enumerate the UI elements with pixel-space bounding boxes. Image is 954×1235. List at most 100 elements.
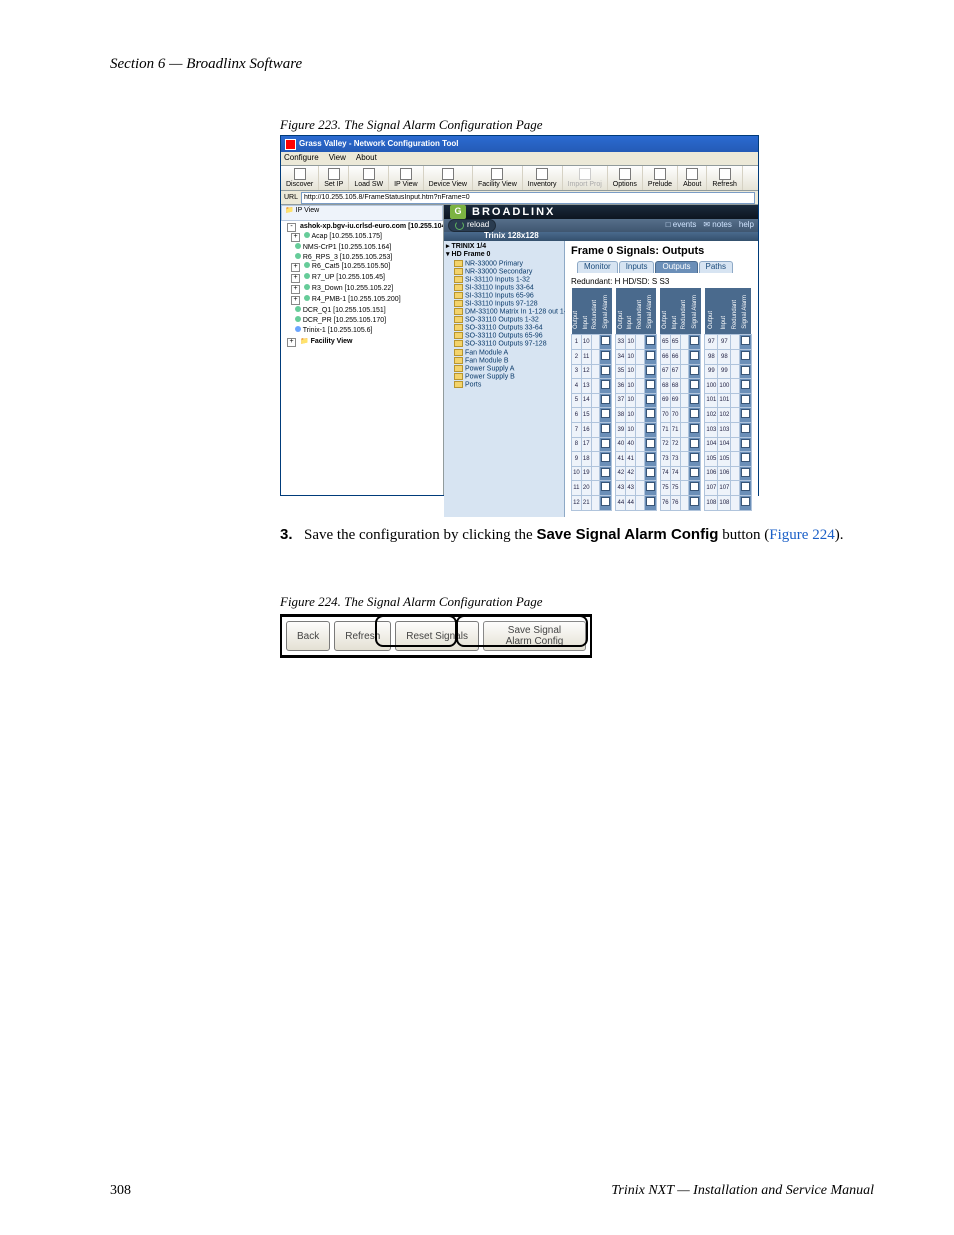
signal-alarm-checkbox[interactable]	[739, 437, 751, 452]
signal-alarm-checkbox[interactable]	[644, 452, 656, 467]
figure-224-ref[interactable]: Figure 224	[769, 527, 834, 543]
nav-item[interactable]: Fan Module A	[454, 349, 562, 357]
signal-alarm-checkbox[interactable]	[600, 379, 612, 394]
signal-alarm-checkbox[interactable]	[644, 335, 656, 350]
toolbar-ip-view[interactable]: IP View	[389, 166, 423, 190]
tree-item[interactable]: + R4_PMB-1 [10.255.105.200]	[291, 295, 441, 306]
nav-item[interactable]: Fan Module B	[454, 357, 562, 365]
nav-item[interactable]: Power Supply A	[454, 365, 562, 373]
nav-item[interactable]: SO-33110 Outputs 65-96	[454, 332, 562, 340]
link-help[interactable]: help	[739, 221, 754, 230]
signal-alarm-checkbox[interactable]	[644, 350, 656, 365]
signal-alarm-checkbox[interactable]	[600, 393, 612, 408]
tree-item[interactable]: R6_RPS_3 [10.255.105.253]	[291, 253, 441, 263]
toolbar-discover[interactable]: Discover	[281, 166, 319, 190]
toolbar-set-ip[interactable]: Set IP	[319, 166, 349, 190]
signal-alarm-checkbox[interactable]	[689, 437, 701, 452]
nav-item[interactable]: NR-33000 Primary	[454, 260, 562, 268]
signal-alarm-checkbox[interactable]	[644, 423, 656, 438]
tree-item[interactable]: Trinix-1 [10.255.105.6]	[291, 326, 441, 336]
signal-alarm-checkbox[interactable]	[739, 481, 751, 496]
nav-item[interactable]: SI-33110 Inputs 97-128	[454, 300, 562, 308]
signal-alarm-checkbox[interactable]	[644, 379, 656, 394]
toolbar-facility-view[interactable]: Facility View	[473, 166, 523, 190]
tab-outputs[interactable]: Outputs	[655, 261, 697, 273]
tree-item[interactable]: + Acap [10.255.105.175]	[291, 232, 441, 243]
tab-paths[interactable]: Paths	[699, 261, 733, 273]
nav-item[interactable]: NR-33000 Secondary	[454, 268, 562, 276]
signal-alarm-checkbox[interactable]	[644, 364, 656, 379]
signal-alarm-checkbox[interactable]	[689, 393, 701, 408]
nav-trinix-header[interactable]: ▸ TRINIX 1/4	[446, 243, 562, 251]
toolbar-about[interactable]: About	[678, 166, 707, 190]
link-notes[interactable]: ✉ notes	[703, 221, 732, 230]
signal-alarm-checkbox[interactable]	[600, 408, 612, 423]
signal-alarm-checkbox[interactable]	[600, 335, 612, 350]
toolbar-device-view[interactable]: Device View	[424, 166, 473, 190]
toolbar-inventory[interactable]: Inventory	[523, 166, 563, 190]
nav-item[interactable]: SI-33110 Inputs 33-64	[454, 284, 562, 292]
nav-frame-header[interactable]: ▾ HD Frame 0	[446, 251, 562, 259]
nav-item[interactable]: Power Supply B	[454, 373, 562, 381]
nav-item[interactable]: SO-33110 Outputs 33-64	[454, 324, 562, 332]
nav-item[interactable]: SO-33110 Outputs 1-32	[454, 316, 562, 324]
signal-alarm-checkbox[interactable]	[600, 496, 612, 511]
signal-alarm-checkbox[interactable]	[739, 496, 751, 511]
tree-root[interactable]: - ashok-xp.bgv-iu.crlsd-euro.com [10.255…	[287, 223, 441, 336]
menu-about[interactable]: About	[356, 154, 377, 163]
signal-alarm-checkbox[interactable]	[600, 481, 612, 496]
url-input[interactable]	[301, 192, 755, 204]
tree-item[interactable]: + R7_UP [10.255.105.45]	[291, 273, 441, 284]
signal-alarm-checkbox[interactable]	[689, 364, 701, 379]
signal-alarm-checkbox[interactable]	[689, 379, 701, 394]
tree-item[interactable]: DCR_Q1 [10.255.105.151]	[291, 306, 441, 316]
toolbar-load-sw[interactable]: Load SW	[349, 166, 389, 190]
signal-alarm-checkbox[interactable]	[644, 393, 656, 408]
signal-alarm-checkbox[interactable]	[689, 496, 701, 511]
toolbar-import-proj[interactable]: Import Proj	[563, 166, 608, 190]
nav-item[interactable]: SI-33110 Inputs 65-96	[454, 292, 562, 300]
toolbar-prelude[interactable]: Prelude	[643, 166, 678, 190]
signal-alarm-checkbox[interactable]	[644, 496, 656, 511]
signal-alarm-checkbox[interactable]	[644, 437, 656, 452]
reset-signals-button[interactable]: Reset Signals	[395, 621, 479, 651]
nav-item[interactable]: Ports	[454, 381, 562, 389]
save-signal-alarm-config-button[interactable]: Save Signal Alarm Config	[483, 621, 586, 651]
tree-item[interactable]: + R6_Cat5 [10.255.105.50]	[291, 262, 441, 273]
signal-alarm-checkbox[interactable]	[689, 335, 701, 350]
signal-alarm-checkbox[interactable]	[739, 452, 751, 467]
signal-alarm-checkbox[interactable]	[689, 350, 701, 365]
signal-alarm-checkbox[interactable]	[739, 408, 751, 423]
signal-alarm-checkbox[interactable]	[739, 364, 751, 379]
back-button[interactable]: Back	[286, 621, 330, 651]
tab-monitor[interactable]: Monitor	[577, 261, 618, 273]
signal-alarm-checkbox[interactable]	[600, 466, 612, 481]
nav-item[interactable]: DM-33100 Matrix In 1-128 out 1-128	[454, 308, 562, 316]
menu-view[interactable]: View	[329, 154, 346, 163]
signal-alarm-checkbox[interactable]	[739, 423, 751, 438]
signal-alarm-checkbox[interactable]	[739, 335, 751, 350]
nav-item[interactable]: SO-33110 Outputs 97-128	[454, 340, 562, 348]
refresh-button[interactable]: Refresh	[334, 621, 391, 651]
tree-item[interactable]: + R3_Down [10.255.105.22]	[291, 284, 441, 295]
tab-inputs[interactable]: Inputs	[619, 261, 655, 273]
signal-alarm-checkbox[interactable]	[689, 423, 701, 438]
toolbar-refresh[interactable]: Refresh	[707, 166, 743, 190]
signal-alarm-checkbox[interactable]	[644, 466, 656, 481]
signal-alarm-checkbox[interactable]	[739, 379, 751, 394]
menu-configure[interactable]: Configure	[284, 154, 319, 163]
signal-alarm-checkbox[interactable]	[739, 350, 751, 365]
signal-alarm-checkbox[interactable]	[600, 437, 612, 452]
signal-alarm-checkbox[interactable]	[689, 452, 701, 467]
signal-alarm-checkbox[interactable]	[600, 364, 612, 379]
tree-item[interactable]: NMS-CrP1 [10.255.105.164]	[291, 243, 441, 253]
signal-alarm-checkbox[interactable]	[739, 393, 751, 408]
tree-item[interactable]: DCR_PR [10.255.105.170]	[291, 316, 441, 326]
facility-view-node[interactable]: + 📁 Facility View	[287, 338, 441, 348]
toolbar-options[interactable]: Options	[608, 166, 643, 190]
signal-alarm-checkbox[interactable]	[600, 423, 612, 438]
signal-alarm-checkbox[interactable]	[689, 408, 701, 423]
signal-alarm-checkbox[interactable]	[739, 466, 751, 481]
signal-alarm-checkbox[interactable]	[689, 481, 701, 496]
link-events[interactable]: □ events	[666, 221, 697, 230]
